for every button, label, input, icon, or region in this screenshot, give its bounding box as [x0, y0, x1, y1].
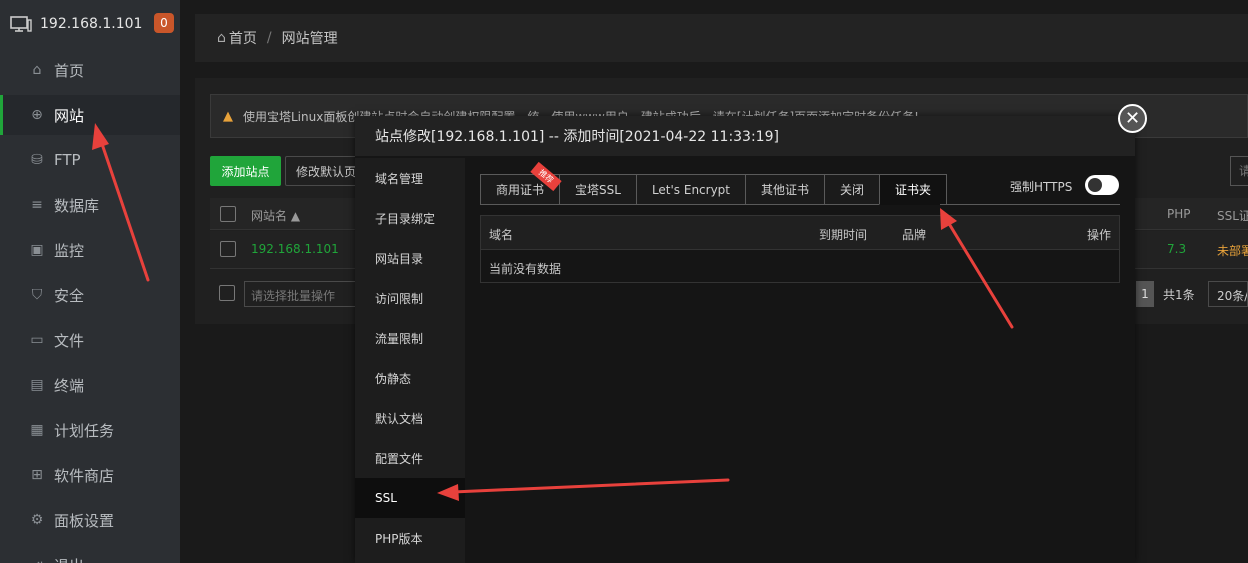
arrow-to-website: [98, 136, 150, 282]
arrowhead-website: [92, 123, 109, 150]
arrowhead-cert-folder: [940, 208, 957, 230]
arrow-to-ssl: [451, 478, 730, 494]
arrow-to-cert-folder: [946, 220, 1014, 329]
arrowhead-ssl: [437, 484, 459, 501]
annotation-arrows: [92, 123, 1014, 501]
